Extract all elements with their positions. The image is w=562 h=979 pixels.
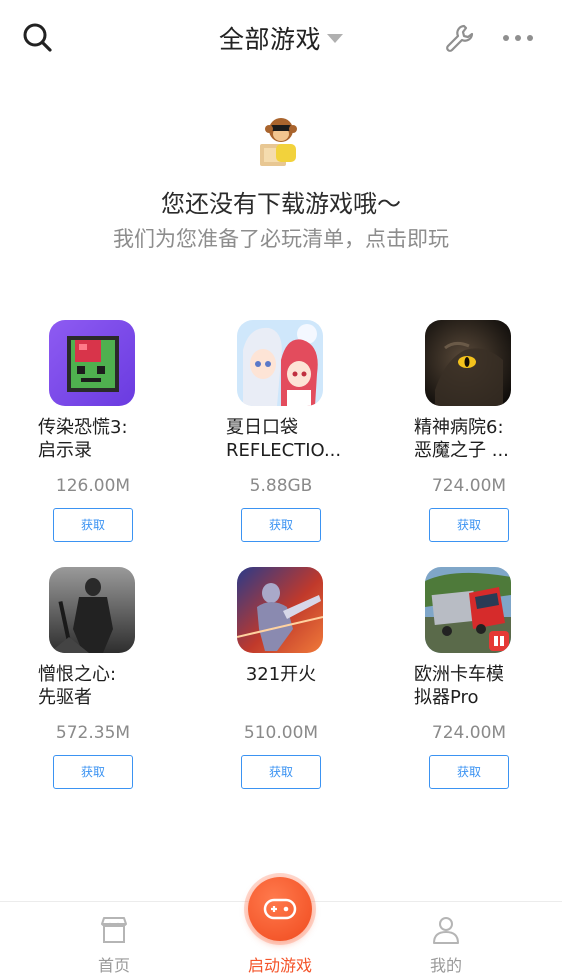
monkey-mascot-icon [256,114,306,170]
game-card[interactable]: 传染恐慌3: 启示录 126.00M 获取 [1,320,189,560]
empty-state-title: 您还没有下载游戏哦～ [161,190,401,218]
nav-label: 首页 [97,956,130,975]
nav-item-home[interactable]: 首页 [54,902,174,979]
shooter-hero-icon[interactable] [237,567,323,653]
game-size: 510.00M [243,723,319,743]
dark-knight-icon[interactable] [49,567,135,653]
game-card[interactable]: 憎恨之心: 先驱者 572.35M 获取 [1,567,189,807]
get-button[interactable]: 获取 [241,508,321,542]
top-bar: 全部游戏 [0,0,562,76]
game-size: 572.35M [55,723,131,743]
game-card[interactable]: 321开火 510.00M 获取 [189,567,377,807]
wrench-icon[interactable] [444,22,476,54]
caret-down-icon [327,33,343,43]
game-card[interactable]: 夏日口袋 REFLECTIO... 5.88GB 获取 [189,320,377,560]
gamepad-icon [263,898,297,920]
game-size: 126.00M [55,476,131,496]
get-button[interactable]: 获取 [53,755,133,789]
user-icon [430,914,462,946]
game-name: 精神病院6: 恶魔之子 ... [414,417,509,461]
demon-eye-icon[interactable] [425,320,511,406]
game-name: 夏日口袋 REFLECTIO... [226,417,342,461]
game-name: 欧洲卡车模 拟器Pro [414,664,504,708]
shop-icon [98,914,130,946]
nav-label: 启动游戏 [247,956,312,975]
page-title: 全部游戏 [218,25,321,54]
game-size: 5.88GB [249,476,313,496]
red-truck-icon[interactable] [425,567,511,653]
game-size: 724.00M [431,723,507,743]
get-button[interactable]: 获取 [429,755,509,789]
launch-game-button[interactable] [248,877,312,941]
game-card[interactable]: 精神病院6: 恶魔之子 ... 724.00M 获取 [377,320,562,560]
game-name: 传染恐慌3: 启示录 [38,417,128,461]
get-button[interactable]: 获取 [53,508,133,542]
get-button[interactable]: 获取 [241,755,321,789]
get-button[interactable]: 获取 [429,508,509,542]
anime-girls-icon[interactable] [237,320,323,406]
nav-label: 我的 [429,956,462,975]
nav-item-mine[interactable]: 我的 [386,902,506,979]
empty-state-subtitle: 我们为您准备了必玩清单，点击即玩 [113,227,449,251]
game-name: 321开火 [245,664,317,685]
game-card[interactable]: 欧洲卡车模 拟器Pro 724.00M 获取 [377,567,562,807]
zombie-pixel-icon[interactable] [49,320,135,406]
game-name: 憎恨之心: 先驱者 [38,664,117,708]
category-dropdown[interactable]: 全部游戏 [0,20,562,56]
game-size: 724.00M [431,476,507,496]
more-icon[interactable] [500,28,536,48]
